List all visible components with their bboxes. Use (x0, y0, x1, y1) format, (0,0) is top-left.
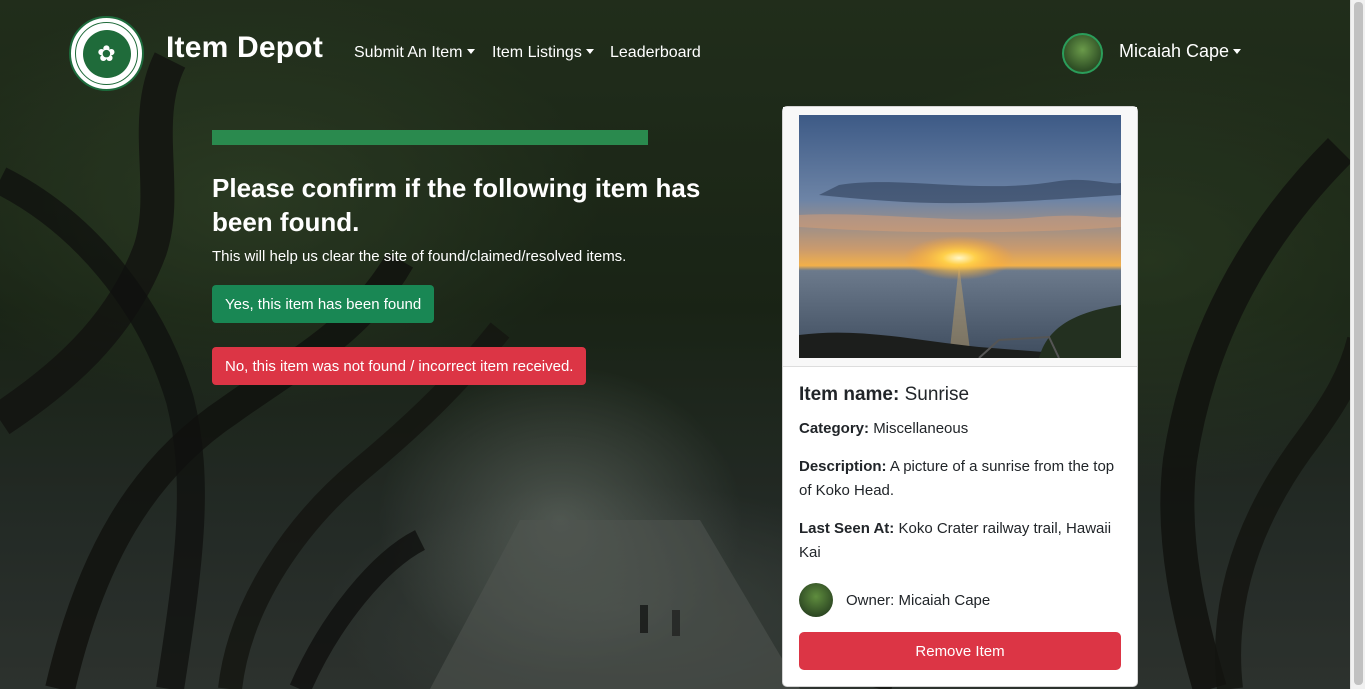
item-card: Item name: Sunrise Category: Miscellaneo… (782, 106, 1138, 687)
progress-bar (212, 130, 648, 145)
item-category-value: Miscellaneous (873, 420, 969, 437)
item-image-container (783, 107, 1137, 367)
brand-title[interactable]: Item Depot (166, 31, 323, 65)
navbar: ✿ Item Depot Submit An Item Item Listing… (0, 0, 1350, 106)
item-found-button[interactable]: Yes, this item has been found (212, 285, 435, 323)
nav-submit-item[interactable]: Submit An Item (354, 44, 475, 62)
remove-item-button[interactable]: Remove Item (799, 632, 1121, 670)
confirm-subtitle: This will help us clear the site of foun… (212, 248, 627, 265)
owner-text: Owner: Micaiah Cape (846, 591, 991, 609)
item-name-value: Sunrise (904, 384, 970, 405)
item-image-sunrise (799, 115, 1121, 358)
nav-item-listings-label: Item Listings (492, 44, 582, 61)
nav-item-listings[interactable]: Item Listings (492, 44, 594, 62)
owner-avatar (799, 583, 833, 617)
confirm-title: Please confirm if the following item has… (212, 173, 701, 237)
seal-ring (75, 22, 138, 85)
caret-down-icon (1233, 49, 1242, 54)
owner-row: Owner: Micaiah Cape (799, 583, 990, 617)
scrollbar-thumb[interactable] (1354, 2, 1363, 685)
item-description: Description: A picture of a sunrise from… (799, 455, 1124, 503)
item-last-seen-label: Last Seen At: (799, 520, 895, 537)
item-last-seen: Last Seen At: Koko Crater railway trail,… (799, 517, 1124, 565)
item-not-found-button[interactable]: No, this item was not found / incorrect … (212, 347, 587, 385)
user-avatar[interactable] (1062, 33, 1103, 74)
caret-down-icon (585, 49, 594, 54)
university-seal-logo[interactable]: ✿ (69, 16, 144, 91)
item-category-label: Category: (799, 420, 870, 437)
page-scrollbar[interactable] (1350, 0, 1365, 689)
nav-leaderboard-label: Leaderboard (610, 44, 701, 61)
caret-down-icon (466, 49, 475, 54)
item-description-label: Description: (799, 458, 887, 475)
nav-leaderboard[interactable]: Leaderboard (610, 44, 701, 62)
item-name: Item name: Sunrise (799, 382, 1124, 408)
user-name-label: Micaiah Cape (1119, 41, 1230, 61)
user-menu[interactable]: Micaiah Cape (1119, 41, 1242, 62)
nav-submit-item-label: Submit An Item (354, 44, 463, 61)
item-name-label: Item name: (799, 384, 900, 405)
item-category: Category: Miscellaneous (799, 417, 1124, 441)
item-card-body: Item name: Sunrise Category: Miscellaneo… (799, 382, 1124, 565)
